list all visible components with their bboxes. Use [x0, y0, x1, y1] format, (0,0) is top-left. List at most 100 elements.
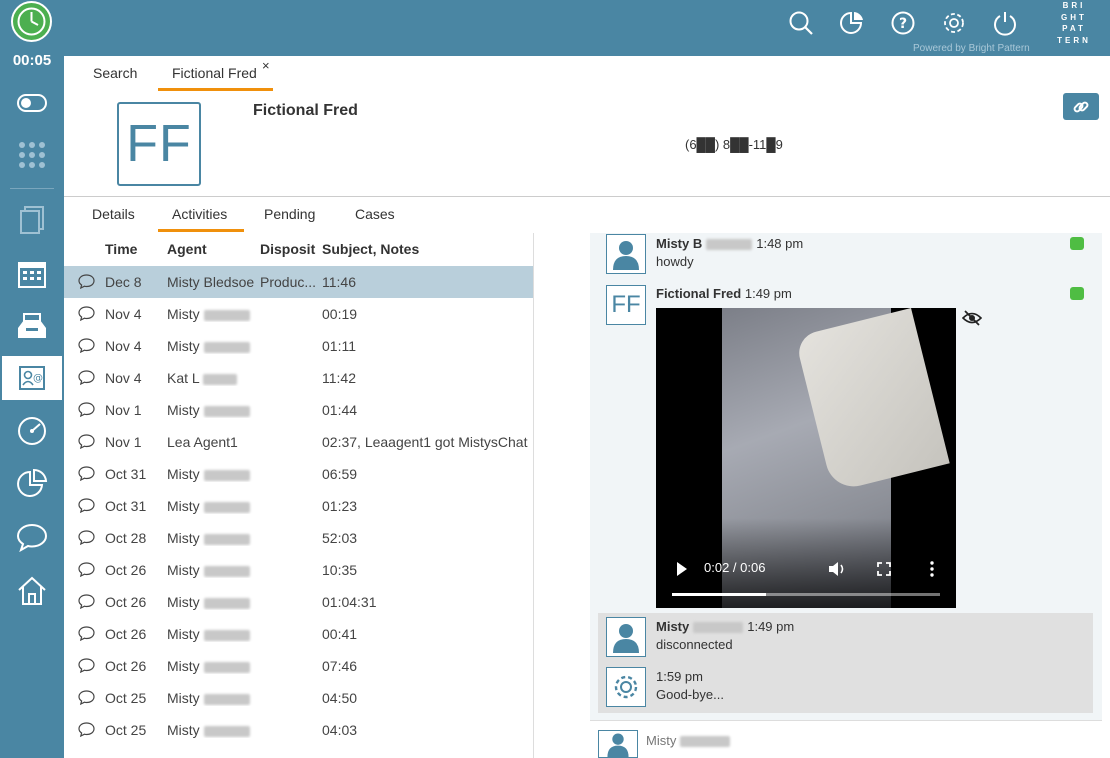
- inbox-tray-icon[interactable]: [0, 304, 64, 348]
- dialpad-icon[interactable]: [0, 133, 64, 177]
- chat-bubble-icon: [78, 306, 95, 321]
- chat-bubble-icon: [78, 402, 95, 417]
- settings-gear-icon[interactable]: [940, 9, 968, 37]
- status-timer: 00:05: [12, 52, 52, 69]
- row-time: Oct 26: [105, 626, 147, 642]
- brand-logo: BRI GHT PAT TERN: [1057, 1, 1091, 45]
- table-row[interactable]: Nov 1 Misty 01:44: [64, 394, 534, 426]
- tab-cases[interactable]: Cases: [355, 206, 395, 222]
- chat-bubble-icon: [78, 274, 95, 289]
- hide-eye-icon[interactable]: [961, 309, 983, 330]
- row-time: Oct 25: [105, 690, 147, 706]
- row-subject: 06:59: [322, 466, 358, 482]
- sidebar: 00:05 @: [0, 0, 64, 758]
- chat-bubble-icon: [78, 498, 95, 513]
- chat-bubble-icon: [78, 370, 95, 385]
- row-agent: Misty: [167, 338, 255, 354]
- column-header-agent[interactable]: Agent: [167, 241, 207, 257]
- svg-text:?: ?: [899, 16, 907, 32]
- table-row[interactable]: Nov 1 Lea Agent1 02:37, Leaagent1 got Mist…: [64, 426, 534, 458]
- line-channel-icon: [1070, 287, 1084, 300]
- agent-avatar: [606, 234, 646, 274]
- table-row[interactable]: Nov 4 Misty 01:11: [64, 330, 534, 362]
- link-button[interactable]: [1063, 93, 1099, 120]
- tab-activities[interactable]: Activities: [172, 206, 227, 222]
- row-subject: 01:11: [322, 338, 356, 354]
- table-row[interactable]: Oct 25 Misty 04:03: [64, 714, 534, 746]
- row-subject: 01:04:31: [322, 594, 377, 610]
- search-icon[interactable]: [787, 9, 815, 37]
- link-icon: [1073, 101, 1089, 112]
- power-icon[interactable]: [991, 9, 1019, 37]
- table-row[interactable]: Dec 8 Misty Bledsoe Produc... 11:46: [64, 266, 534, 298]
- row-agent: Misty Bledsoe: [167, 274, 255, 290]
- table-row[interactable]: Oct 25 Misty 04:50: [64, 682, 534, 714]
- reports-chart-icon[interactable]: [838, 9, 866, 37]
- tab-fictional-fred[interactable]: Fictional Fred: [172, 65, 257, 81]
- chat-bubble-icon: [78, 466, 95, 481]
- row-time: Oct 26: [105, 658, 147, 674]
- row-time: Nov 1: [105, 434, 142, 450]
- line-channel-icon: [1070, 237, 1084, 250]
- contacts-icon[interactable]: @: [2, 356, 62, 400]
- row-time: Oct 28: [105, 530, 147, 546]
- table-row[interactable]: Oct 26 Misty 01:04:31: [64, 586, 534, 618]
- row-subject: 11:46: [322, 274, 356, 290]
- pie-chart-icon[interactable]: [0, 462, 64, 506]
- row-agent: Misty: [167, 562, 255, 578]
- row-subject: 01:44: [322, 402, 358, 418]
- help-icon[interactable]: ?: [889, 9, 917, 37]
- tab-pending[interactable]: Pending: [264, 206, 315, 222]
- row-subject: 07:46: [322, 658, 358, 674]
- video-time: 0:02 / 0:06: [704, 560, 766, 575]
- dashboard-gauge-icon[interactable]: [0, 409, 64, 453]
- row-subject: 01:23: [322, 498, 358, 514]
- table-row[interactable]: Oct 26 Misty 07:46: [64, 650, 534, 682]
- chat-message-time: 1:59 pm: [656, 669, 703, 684]
- column-header-disposition[interactable]: Dispositi: [260, 241, 316, 257]
- chat-bubble-icon: [78, 594, 95, 609]
- row-subject: 11:42: [322, 370, 356, 386]
- chat-bubble-icon: [78, 722, 95, 737]
- table-row[interactable]: Oct 31 Misty 01:23: [64, 490, 534, 522]
- agent-status-clock-icon[interactable]: [11, 1, 52, 42]
- table-row[interactable]: Oct 31 Misty 06:59: [64, 458, 534, 490]
- more-options-icon[interactable]: [929, 561, 935, 577]
- video-progress-bar[interactable]: [672, 593, 940, 596]
- row-agent: Misty: [167, 690, 255, 706]
- tab-search[interactable]: Search: [93, 65, 137, 81]
- table-row[interactable]: Oct 26 Misty 00:41: [64, 618, 534, 650]
- row-time: Oct 25: [105, 722, 147, 738]
- row-agent: Misty: [167, 498, 255, 514]
- calendar-icon[interactable]: [0, 252, 64, 296]
- row-time: Nov 1: [105, 402, 142, 418]
- contact-phone[interactable]: (6██) 8██-11█9: [685, 137, 783, 152]
- toggle-icon[interactable]: [0, 81, 64, 125]
- table-row[interactable]: Oct 26 Misty 10:35: [64, 554, 534, 586]
- agent-avatar: [606, 617, 646, 657]
- tab-details[interactable]: Details: [92, 206, 135, 222]
- header-divider: [64, 196, 1110, 197]
- chat-message-text: Good-bye...: [656, 687, 724, 702]
- play-icon[interactable]: [676, 562, 688, 576]
- table-row[interactable]: Oct 28 Misty 52:03: [64, 522, 534, 554]
- table-row[interactable]: Nov 4 Misty 00:19: [64, 298, 534, 330]
- chat-sender-name: Misty 1:49 pm: [656, 619, 795, 634]
- panel-divider: [533, 233, 534, 758]
- gear-icon: [614, 675, 638, 699]
- documents-icon[interactable]: [0, 198, 64, 242]
- column-header-time[interactable]: Time: [105, 241, 137, 257]
- video-controls: 0:02 / 0:06: [656, 518, 956, 608]
- tab-close-icon[interactable]: ×: [262, 58, 270, 73]
- video-player[interactable]: 0:02 / 0:06: [656, 308, 956, 608]
- fullscreen-icon[interactable]: [877, 562, 891, 576]
- chat-bubble-icon[interactable]: [0, 515, 64, 559]
- volume-icon[interactable]: [828, 561, 846, 577]
- chat-sender-name: Misty B 1:48 pm: [656, 236, 804, 251]
- svg-text:@: @: [33, 373, 43, 384]
- contact-name: Fictional Fred: [253, 102, 358, 119]
- table-row[interactable]: Nov 4 Kat L 11:42: [64, 362, 534, 394]
- customer-avatar: FF: [606, 285, 646, 325]
- home-icon[interactable]: [0, 569, 64, 613]
- column-header-subject[interactable]: Subject, Notes: [322, 241, 419, 257]
